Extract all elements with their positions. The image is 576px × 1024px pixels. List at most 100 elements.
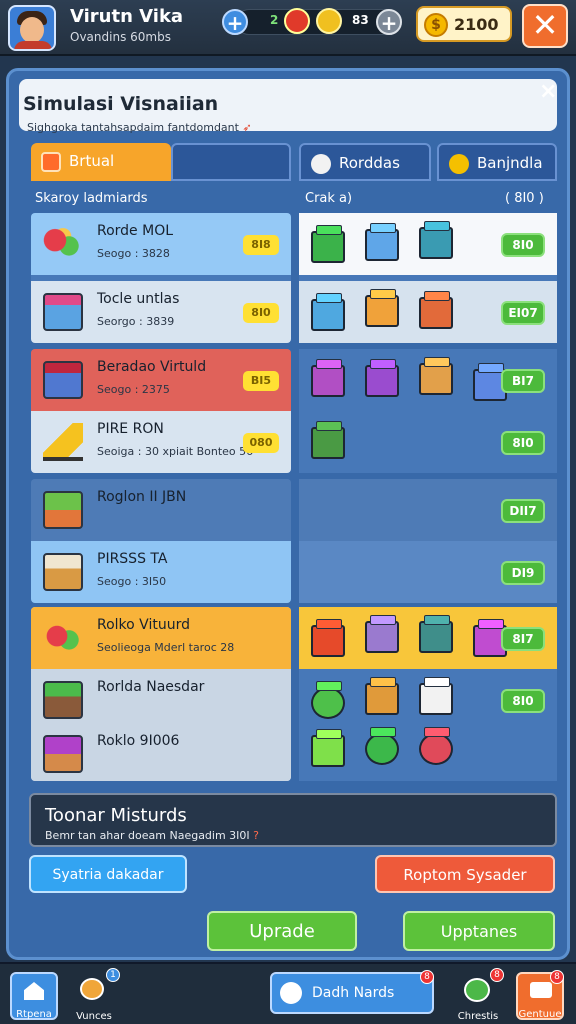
tab-empty[interactable] <box>171 143 291 181</box>
shop-building-icon <box>43 293 83 331</box>
notification-badge: 8 <box>420 970 434 984</box>
right-column-count: ( 8I0 ) <box>505 191 544 206</box>
appliance-icon <box>419 683 453 715</box>
list-item[interactable]: Rolko Vituurd Seolieoga Mderl taroc 28 <box>31 607 291 669</box>
list-card-4: Rolko Vituurd Seolieoga Mderl taroc 28 R… <box>31 607 291 781</box>
red-gem-icon <box>284 8 310 34</box>
cash-register-icon <box>43 553 83 591</box>
store-icon <box>311 625 345 657</box>
price-badge: BI7 <box>501 369 545 393</box>
cookie-icon <box>80 978 104 1000</box>
price-badge: DII7 <box>501 499 545 523</box>
grid-cell[interactable]: 8I0 <box>299 669 557 731</box>
notification-badge: 8 <box>550 970 564 984</box>
right-column-header: Crak a) <box>305 191 353 206</box>
store-icon <box>365 365 399 397</box>
fruit-icon <box>43 619 83 657</box>
store-icon <box>311 231 345 263</box>
panel-title: Simulasi Visnaiian <box>23 93 219 115</box>
upgrade-button[interactable]: Uprade <box>207 911 357 951</box>
nav-daily-rewards[interactable]: Dadh Nards 8 <box>270 970 434 1014</box>
level-badge: 080 <box>243 433 279 453</box>
grid-cell[interactable]: 8I7 <box>299 607 557 669</box>
item-grid-4: 8I7 8I0 <box>299 607 557 781</box>
nav-store[interactable]: 1 Vunces <box>70 968 120 1022</box>
list-item[interactable]: Rorlda Naesdar <box>31 669 291 731</box>
option-system-button[interactable]: Roptom Sysader <box>375 855 555 893</box>
plant-icon <box>365 733 399 765</box>
resource-1-count: 2 <box>270 13 279 27</box>
info-box-title: Toonar Misturds <box>45 805 187 826</box>
chest-icon <box>464 978 490 1002</box>
store-icon <box>365 621 399 653</box>
crate-icon <box>43 491 83 529</box>
system-decider-button[interactable]: Syatria dakadar <box>29 855 187 893</box>
add-gems-button[interactable]: + <box>376 9 402 35</box>
level-badge: BI5 <box>243 371 279 391</box>
resource-2-count: 83 <box>352 13 369 27</box>
store-icon <box>419 621 453 653</box>
shopping-cart-icon <box>43 423 83 461</box>
close-icon[interactable]: ✕ <box>522 4 568 48</box>
list-item[interactable]: PIRSSS TA Seogo : 3I50 <box>31 541 291 603</box>
produce-cart-icon <box>43 681 83 719</box>
list-item[interactable]: Roklo 9I006 <box>31 723 291 781</box>
grid-cell[interactable]: DII7 <box>299 479 557 541</box>
coin-counter[interactable]: $2100 <box>416 6 512 42</box>
player-name: Virutn Vika <box>70 6 184 27</box>
grid-cell[interactable]: 8I0 <box>299 213 557 275</box>
market-stall-icon <box>43 361 83 399</box>
price-badge: EI07 <box>501 301 545 325</box>
plant-icon <box>419 733 453 765</box>
price-badge: 8I0 <box>501 233 545 257</box>
tab-products[interactable]: Rorddas <box>299 143 431 181</box>
store-icon <box>365 229 399 261</box>
list-item[interactable]: Beradao Virtuld Seogo : 2375 BI5 <box>31 349 291 411</box>
list-card-3: Roglon II JBN PIRSSS TA Seogo : 3I50 <box>31 479 291 603</box>
list-item[interactable]: PIRE RON Seoiga : 30 xpiait Bonteo 56 08… <box>31 411 291 473</box>
item-grid-2: BI7 8I0 <box>299 349 557 473</box>
plant-icon <box>311 687 345 719</box>
notification-badge: 1 <box>106 968 120 982</box>
crate-icon <box>365 683 399 715</box>
price-badge: 8I0 <box>501 689 545 713</box>
gold-gem-icon <box>316 8 342 34</box>
add-resource-button[interactable]: + <box>222 9 248 35</box>
tab-other[interactable]: Banjndla <box>437 143 557 181</box>
nav-settings[interactable]: 8 Gentuue <box>516 970 564 1020</box>
list-item[interactable]: Rorde MOL Seogo : 3828 8I8 <box>31 213 291 275</box>
store-icon <box>365 295 399 327</box>
grid-cell[interactable] <box>299 723 557 781</box>
box-icon <box>311 154 331 174</box>
list-item[interactable]: Roglon II JBN <box>31 479 291 541</box>
home-icon <box>24 982 44 1000</box>
grid-cell[interactable]: BI7 <box>299 349 557 411</box>
store-icon <box>311 365 345 397</box>
store-icon <box>419 297 453 329</box>
coin-icon: $ <box>424 13 448 37</box>
info-box-subtitle: Bemr tan ahar doeam Naegadim 3I0I ? <box>45 829 260 842</box>
left-column-header: Skaroy ladmiards <box>35 191 148 206</box>
store-icon <box>311 299 345 331</box>
grid-cell[interactable]: 8I0 <box>299 411 557 473</box>
avatar[interactable] <box>8 5 56 51</box>
panel-close-icon[interactable]: × <box>539 79 557 104</box>
item-grid-3: DII7 DI9 <box>299 479 557 603</box>
list-card-1: Rorde MOL Seogo : 3828 8I8 Tocle untlas … <box>31 213 291 343</box>
tab-virtual[interactable]: Brtual <box>31 143 171 181</box>
store-icon <box>419 363 453 395</box>
grid-cell[interactable]: EI07 <box>299 281 557 343</box>
store-icon <box>419 227 453 259</box>
price-badge: DI9 <box>501 561 545 585</box>
price-badge: 8I7 <box>501 627 545 651</box>
nav-chests[interactable]: 8 Chrestis <box>454 968 504 1022</box>
plant-icon <box>311 735 345 767</box>
list-item[interactable]: Tocle untlas Seorgo : 3839 8I0 <box>31 281 291 343</box>
grid-cell[interactable]: DI9 <box>299 541 557 603</box>
simulation-panel: Simulasi Visnaiian Sighgoka tantahsapdai… <box>6 68 570 960</box>
level-badge: 8I8 <box>243 235 279 255</box>
inbox-icon <box>530 982 552 998</box>
nav-home[interactable]: Rtpena <box>10 972 58 1020</box>
list-card-2: Beradao Virtuld Seogo : 2375 BI5 PIRE RO… <box>31 349 291 473</box>
upgrades-button[interactable]: Upptanes <box>403 911 555 951</box>
